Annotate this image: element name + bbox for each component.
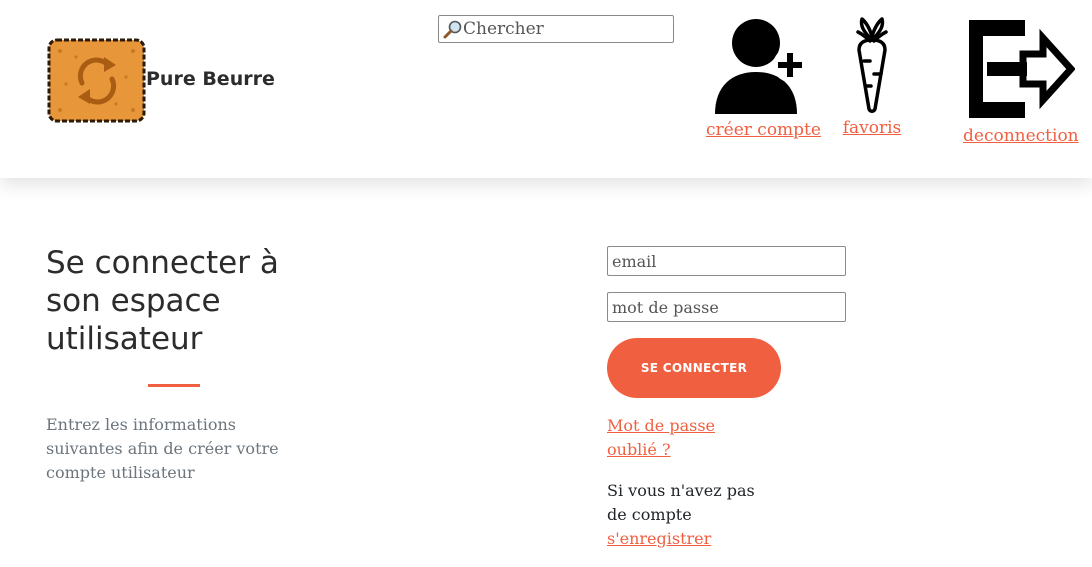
sign-out-icon [969, 20, 1076, 118]
create-account-link[interactable]: créer compte [706, 120, 821, 140]
page-title: Se connecter à son espace utilisateur [46, 245, 279, 357]
email-field[interactable] [607, 246, 846, 276]
forgot-password-link[interactable]: Mot de passe oublié ? [607, 414, 727, 462]
search-input[interactable] [463, 16, 671, 42]
logout-link[interactable]: deconnection [963, 126, 1079, 146]
login-button[interactable]: se connecter [607, 338, 781, 398]
logo-icon[interactable] [46, 37, 147, 124]
password-field[interactable] [607, 292, 846, 322]
register-link[interactable]: s'enregistrer [607, 527, 711, 551]
favorites-link[interactable]: favoris [842, 118, 902, 138]
nav-logout[interactable]: deconnection [963, 16, 1079, 146]
magnifier-icon [443, 20, 463, 40]
no-account-text: Si vous n'avez pas de compte [607, 481, 755, 524]
user-plus-icon [715, 19, 807, 114]
brand-name[interactable]: Pure Beurre [146, 68, 275, 90]
site-header: Pure Beurre créer compte [0, 0, 1092, 178]
intro-text: Entrez les informations suivantes afin d… [46, 415, 279, 482]
search-box[interactable] [438, 15, 674, 43]
nav-favorites[interactable]: favoris [842, 16, 902, 138]
carrot-icon [856, 17, 888, 113]
title-divider [148, 384, 200, 387]
nav-create-account[interactable]: créer compte [706, 16, 821, 140]
